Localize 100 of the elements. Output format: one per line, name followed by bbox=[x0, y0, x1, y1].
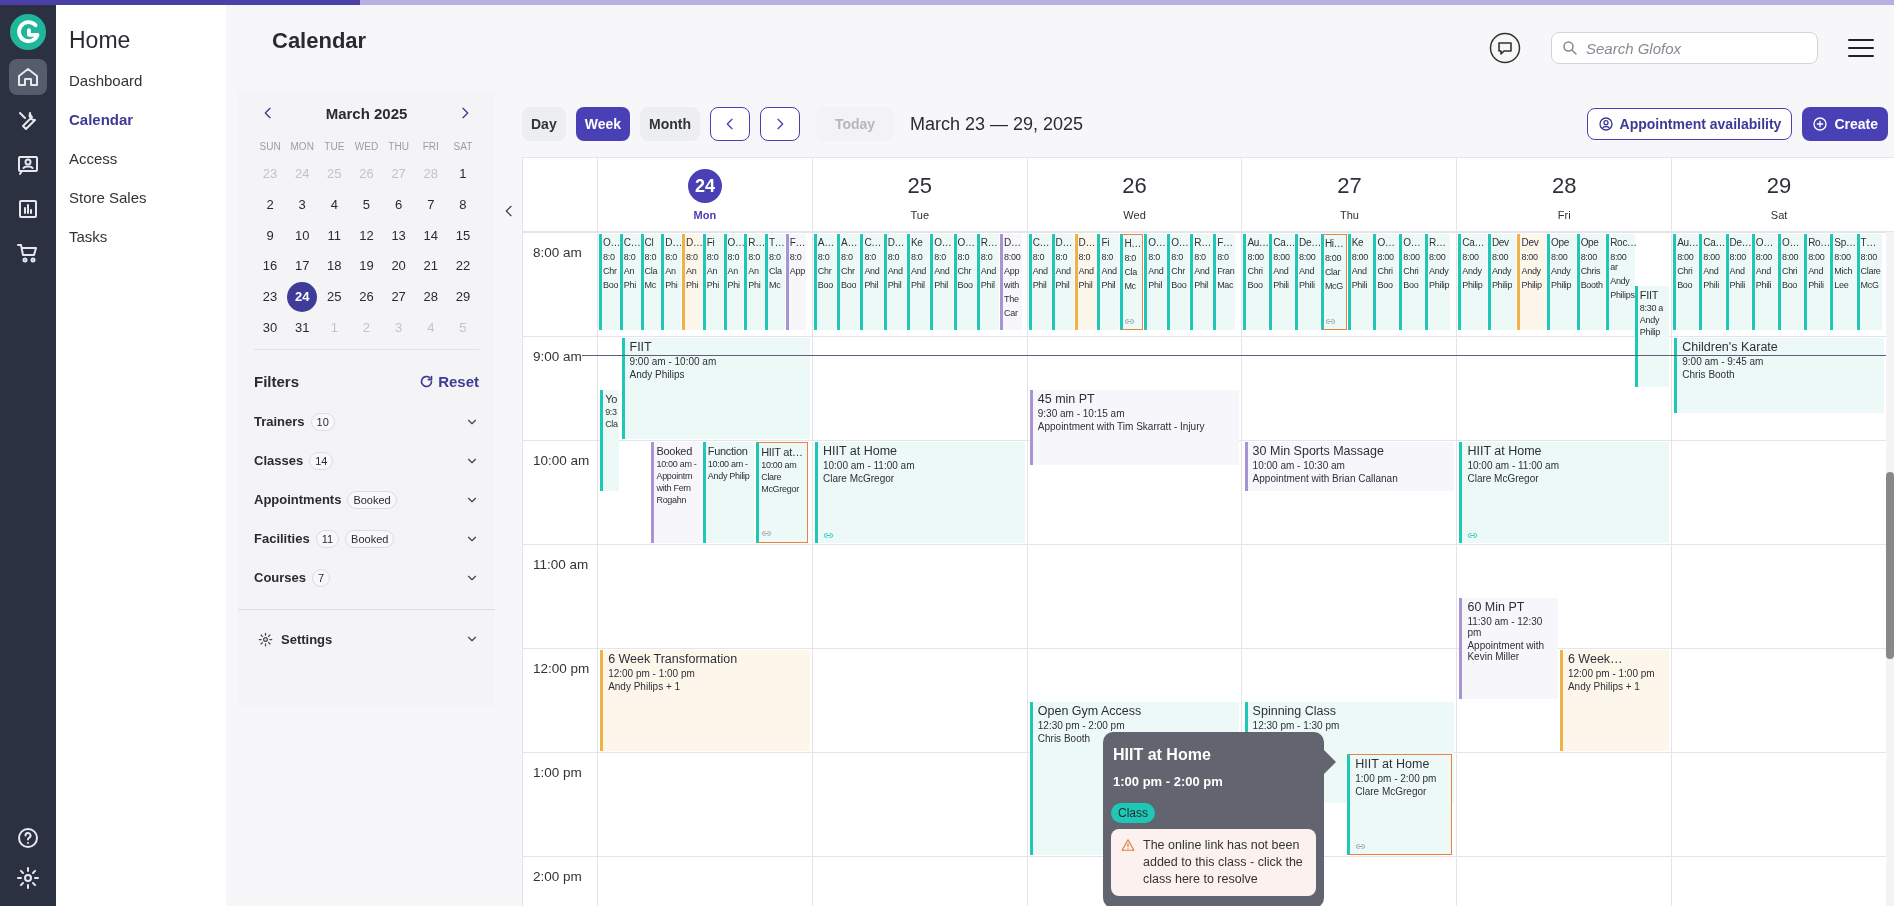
event-card[interactable]: R… 8:0 And Phil bbox=[1190, 234, 1213, 330]
event-card[interactable]: 6 Week Transformation 12:00 pm - 1:00 pm Andy Philips + 1 bbox=[600, 650, 810, 751]
day-number[interactable]: 29 bbox=[1762, 168, 1797, 203]
event-card[interactable]: C… 8:0 And Phil bbox=[860, 234, 883, 330]
event-card[interactable]: Booked 10:00 am - Appointm with Fern Rogahn bbox=[651, 442, 701, 543]
event-card[interactable]: Fi 8:0 And Phil bbox=[1097, 234, 1120, 330]
day-number[interactable]: 13 bbox=[383, 220, 414, 251]
event-card[interactable]: Ca… 8:00 And Phili bbox=[1699, 234, 1725, 330]
day-number[interactable]: 26 bbox=[351, 282, 382, 313]
filter-label[interactable]: Trainers bbox=[254, 414, 305, 430]
day-number[interactable]: 24 bbox=[287, 282, 318, 313]
event-card[interactable]: O… 8:00 And Phili bbox=[1751, 234, 1777, 330]
event-card[interactable]: H… 8:0 Cla Mc bbox=[1120, 234, 1144, 330]
event-card[interactable]: O… 8:0 Chr Boo bbox=[953, 234, 976, 330]
event-card[interactable]: HIIT at Home 10:00 am - 11:00 am Clare McGregor bbox=[1459, 442, 1669, 543]
bar-chart-icon[interactable] bbox=[16, 197, 40, 221]
event-card[interactable]: O… 8:0 And Phil bbox=[930, 234, 953, 330]
event-card[interactable]: HIIT at… 10:00 am Clare McGregor bbox=[756, 442, 808, 543]
day-number[interactable]: 28 bbox=[415, 282, 446, 313]
event-card[interactable]: Yo 9:3 Cla bbox=[600, 390, 620, 491]
event-card[interactable]: Roc… 8:00 ar Andy Philips bbox=[1606, 234, 1635, 330]
event-card[interactable]: A… 8:0 Chr Boo bbox=[813, 234, 837, 330]
event-card[interactable]: HIIT at Home 10:00 am - 11:00 am Clare McGregor bbox=[814, 442, 1025, 543]
event-card[interactable]: D… 8:0 And Phil bbox=[1051, 234, 1074, 330]
scrollbar[interactable] bbox=[1885, 232, 1894, 906]
day-number[interactable]: 17 bbox=[287, 251, 318, 282]
event-card[interactable]: O… 8:0 Chr Boo bbox=[599, 234, 619, 330]
settings-label[interactable]: Settings bbox=[281, 631, 333, 647]
availability-button[interactable]: Appointment availability bbox=[1586, 108, 1793, 140]
event-card[interactable]: O… 8:0 Chr Boo bbox=[1167, 234, 1190, 330]
day-number[interactable]: 7 bbox=[415, 190, 446, 221]
nav-item[interactable]: Dashboard bbox=[69, 68, 226, 107]
day-number[interactable]: 11 bbox=[319, 220, 350, 251]
event-card[interactable]: A… 8:0 Chr Boo bbox=[837, 234, 860, 330]
view-tab[interactable]: Week bbox=[575, 107, 630, 141]
event-card[interactable]: R… 8:0 An Phi bbox=[744, 234, 764, 330]
day-number[interactable]: 14 bbox=[415, 220, 446, 251]
day-number[interactable]: 22 bbox=[447, 251, 478, 282]
event-card[interactable]: Cl 8:0 Cla Mc bbox=[640, 234, 661, 330]
day-number[interactable]: 29 bbox=[447, 282, 478, 313]
day-number[interactable]: 30 bbox=[255, 312, 286, 343]
event-card[interactable]: O… 8:00 Chri Boo bbox=[1373, 234, 1399, 330]
event-card[interactable]: T… 8:0 Cla Mc bbox=[765, 234, 785, 330]
event-card[interactable]: Function 10:00 am - Andy Philip bbox=[702, 442, 755, 543]
event-card[interactable]: Ca… 8:00 And Phili bbox=[1269, 234, 1295, 330]
day-number[interactable]: 8 bbox=[447, 190, 478, 221]
day-number[interactable]: 5 bbox=[351, 190, 382, 221]
day-number[interactable]: 12 bbox=[351, 220, 382, 251]
event-card[interactable]: O… 8:0 And Phil bbox=[1144, 234, 1167, 330]
chat-icon[interactable] bbox=[1489, 32, 1521, 64]
next-button[interactable] bbox=[760, 107, 800, 141]
view-tab[interactable]: Month bbox=[640, 107, 700, 141]
day-number[interactable]: 19 bbox=[351, 251, 382, 282]
event-card[interactable]: Ro… 8:00 And Phili bbox=[1804, 234, 1830, 330]
day-number[interactable]: 25 bbox=[902, 168, 937, 203]
day-number[interactable]: 24 bbox=[687, 168, 722, 203]
event-card[interactable]: Fi 8:0 An Phi bbox=[702, 234, 723, 330]
day-number[interactable]: 27 bbox=[383, 282, 414, 313]
day-number[interactable]: 6 bbox=[383, 190, 414, 221]
day-number[interactable]: 31 bbox=[287, 312, 318, 343]
event-card[interactable]: Ke 8:0 And Phil bbox=[906, 234, 930, 330]
cart-icon[interactable] bbox=[16, 241, 40, 265]
day-number[interactable]: 27 bbox=[1332, 168, 1367, 203]
event-card[interactable]: R… 8:00 Andy Philip bbox=[1425, 234, 1450, 330]
previous-button[interactable] bbox=[710, 107, 750, 141]
day-number[interactable]: 23 bbox=[255, 282, 286, 313]
day-number[interactable]: 15 bbox=[447, 220, 478, 251]
day-number[interactable]: 26 bbox=[1117, 168, 1152, 203]
event-card[interactable]: F… 8:0 App bbox=[785, 234, 806, 330]
event-card[interactable]: Au… 8:00 Chri Boo bbox=[1673, 234, 1699, 330]
event-card[interactable]: Ope 8:00 Chris Booth bbox=[1576, 234, 1606, 330]
logo-icon[interactable] bbox=[9, 13, 47, 51]
event-card[interactable]: D… 8:0 An Phi bbox=[661, 234, 681, 330]
event-card[interactable]: D… 8:0 An Phi bbox=[682, 234, 702, 330]
event-card[interactable]: 45 min PT 9:30 am - 10:15 am Appointment with Tim Skarratt - Injury bbox=[1029, 390, 1240, 465]
reset-button[interactable]: Reset bbox=[419, 372, 479, 390]
event-card[interactable]: Ke 8:00 And Phili bbox=[1347, 234, 1373, 330]
day-number[interactable]: 9 bbox=[255, 220, 286, 251]
filter-label[interactable]: Classes bbox=[254, 453, 304, 469]
contact-card-icon[interactable] bbox=[16, 153, 40, 177]
day-number[interactable]: 2 bbox=[255, 190, 286, 221]
event-card[interactable]: D… 8:00 App with The Car bbox=[1000, 234, 1023, 330]
home-nav-button[interactable] bbox=[9, 59, 47, 95]
event-card[interactable]: Sp… 8:00 Mich Lee bbox=[1830, 234, 1856, 330]
event-card[interactable]: F… 8:0 Fran Mac bbox=[1213, 234, 1236, 330]
event-card[interactable]: T… 8:00 Clare McG bbox=[1856, 234, 1882, 330]
event-card[interactable]: Au… 8:00 Chri Boo bbox=[1243, 234, 1269, 330]
event-card[interactable]: C… 8:0 And Phil bbox=[1028, 234, 1051, 330]
event-card[interactable]: Dev 8:00 Andy Philip bbox=[1517, 234, 1547, 330]
day-number[interactable]: 1 bbox=[447, 159, 478, 190]
event-card[interactable]: Ca… 8:00 Andy Philip bbox=[1458, 234, 1487, 330]
nav-item[interactable]: Store Sales bbox=[69, 185, 226, 224]
nav-item[interactable]: Access bbox=[69, 146, 226, 185]
event-card[interactable]: O… 8:0 An Phi bbox=[723, 234, 744, 330]
view-tab[interactable]: Day bbox=[522, 107, 566, 141]
day-number[interactable]: 21 bbox=[415, 251, 446, 282]
day-number[interactable]: 28 bbox=[1547, 168, 1582, 203]
home-icon[interactable] bbox=[16, 65, 40, 89]
day-number[interactable]: 16 bbox=[255, 251, 286, 282]
event-card[interactable]: O… 8:00 Chri Boo bbox=[1777, 234, 1804, 330]
